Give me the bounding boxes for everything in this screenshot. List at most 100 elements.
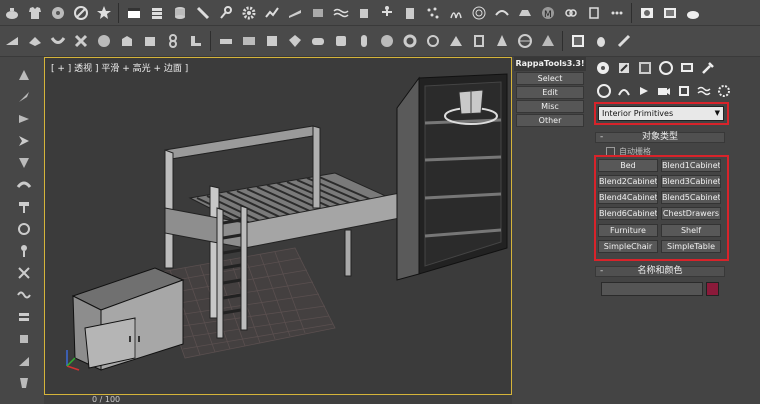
figure-icon[interactable] — [377, 3, 396, 22]
hedra-icon[interactable] — [377, 32, 396, 51]
display-tab-icon[interactable] — [678, 60, 695, 77]
teapot-render-icon[interactable] — [683, 3, 702, 22]
bracket-icon[interactable] — [584, 3, 603, 22]
slab-icon[interactable] — [216, 32, 235, 51]
smooth-icon[interactable] — [14, 175, 34, 195]
block-icon[interactable] — [262, 32, 281, 51]
rappa-edit-button[interactable]: Edit — [516, 86, 584, 99]
cameras-icon[interactable] — [656, 83, 672, 99]
link-icon[interactable] — [561, 3, 580, 22]
window-icon[interactable] — [124, 3, 143, 22]
prism-icon[interactable] — [446, 32, 465, 51]
blend6cabinet-button[interactable]: Blend6Cabinet — [598, 207, 658, 220]
furniture-button[interactable]: Furniture — [598, 224, 658, 237]
sphere-icon[interactable] — [94, 32, 113, 51]
twist-icon[interactable] — [71, 32, 90, 51]
geosphere-icon[interactable] — [515, 32, 534, 51]
target-icon[interactable] — [469, 3, 488, 22]
shapes-icon[interactable] — [616, 83, 632, 99]
mesh-icon[interactable] — [308, 3, 327, 22]
geometry-icon[interactable] — [596, 83, 612, 99]
wedge-tool-icon[interactable] — [14, 351, 34, 371]
ring-icon[interactable] — [423, 32, 442, 51]
blend4cabinet-button[interactable]: Blend4Cabinet — [598, 191, 658, 204]
chestdrawers-button[interactable]: ChestDrawers — [661, 207, 721, 220]
cylinder-icon[interactable] — [400, 3, 419, 22]
panel-icon[interactable] — [239, 32, 258, 51]
tube-icon[interactable] — [469, 32, 488, 51]
blend2cabinet-button[interactable]: Blend2Cabinet — [598, 175, 658, 188]
bed-button[interactable]: Bed — [598, 159, 658, 172]
m-logo-icon[interactable]: M — [538, 3, 557, 22]
scatter-icon[interactable] — [423, 3, 442, 22]
pen-icon[interactable] — [614, 32, 633, 51]
pyramid-icon[interactable] — [538, 32, 557, 51]
object-name-field[interactable] — [601, 282, 703, 296]
render-setup-icon[interactable] — [637, 3, 656, 22]
object-color-swatch[interactable] — [706, 282, 719, 296]
chip-icon[interactable] — [14, 329, 34, 349]
motion-tab-icon[interactable] — [657, 60, 674, 77]
dots-icon[interactable] — [607, 3, 626, 22]
sculpt-icon[interactable] — [14, 65, 34, 85]
utilities-tab-icon[interactable] — [699, 60, 716, 77]
curve-icon[interactable] — [492, 3, 511, 22]
grab-icon[interactable] — [14, 109, 34, 129]
bend-icon[interactable] — [48, 32, 67, 51]
shelf-button[interactable]: Shelf — [661, 224, 721, 237]
space-warps-icon[interactable] — [696, 83, 712, 99]
object-type-rollout-header[interactable]: - 对象类型 — [595, 132, 725, 143]
time-slider[interactable]: 0 / 100 — [44, 395, 512, 404]
stack-icon[interactable] — [14, 307, 34, 327]
torus-knot-icon[interactable] — [400, 32, 419, 51]
ring-tool-icon[interactable] — [14, 219, 34, 239]
fold-tool-icon[interactable] — [14, 153, 34, 173]
hammer-icon[interactable] — [14, 197, 34, 217]
teapot-icon[interactable] — [2, 3, 21, 22]
hierarchy-tab-icon[interactable] — [636, 60, 653, 77]
helpers-icon[interactable] — [676, 83, 692, 99]
fold-icon[interactable] — [25, 32, 44, 51]
render-frame-icon[interactable] — [660, 3, 679, 22]
no-entry-icon[interactable] — [71, 3, 90, 22]
name-color-rollout-header[interactable]: - 名称和颜色 — [595, 266, 725, 277]
chart-icon[interactable] — [262, 3, 281, 22]
reel-icon[interactable] — [48, 3, 67, 22]
arrow-icon[interactable] — [14, 131, 34, 151]
lights-icon[interactable] — [636, 83, 652, 99]
paint-icon[interactable] — [14, 373, 34, 393]
systems-icon[interactable] — [716, 83, 732, 99]
drop-icon[interactable] — [591, 32, 610, 51]
box-icon[interactable] — [354, 3, 373, 22]
chamfer-box-icon[interactable] — [331, 32, 350, 51]
pin-icon[interactable] — [14, 241, 34, 261]
shirt-icon[interactable] — [25, 3, 44, 22]
scene-explorer-icon[interactable] — [568, 32, 587, 51]
plane-icon[interactable] — [285, 3, 304, 22]
gem-icon[interactable] — [285, 32, 304, 51]
layers-icon[interactable] — [147, 3, 166, 22]
wave-icon[interactable] — [331, 3, 350, 22]
cross-tool-icon[interactable] — [14, 263, 34, 283]
blend1cabinet-button[interactable]: Blend1Cabinet — [661, 159, 721, 172]
rappa-other-button[interactable]: Other — [516, 114, 584, 127]
capsule-icon[interactable] — [354, 32, 373, 51]
category-dropdown[interactable]: Interior Primitives ▼ — [598, 106, 724, 121]
create-tab-icon[interactable] — [594, 60, 611, 77]
database-icon[interactable] — [170, 3, 189, 22]
rappa-misc-button[interactable]: Misc — [516, 100, 584, 113]
cushion-icon[interactable] — [308, 32, 327, 51]
hat-icon[interactable] — [515, 3, 534, 22]
hair-icon[interactable] — [446, 3, 465, 22]
eight-icon[interactable] — [163, 32, 182, 51]
l-shape-icon[interactable] — [186, 32, 205, 51]
wedge-icon[interactable] — [2, 32, 21, 51]
shape-icon[interactable] — [117, 32, 136, 51]
cube-icon[interactable] — [140, 32, 159, 51]
blend5cabinet-button[interactable]: Blend5Cabinet — [661, 191, 721, 204]
wrench-icon[interactable] — [216, 3, 235, 22]
cone-icon[interactable] — [492, 32, 511, 51]
gear-icon[interactable] — [239, 3, 258, 22]
blend3cabinet-button[interactable]: Blend3Cabinet — [661, 175, 721, 188]
knife-icon[interactable] — [14, 87, 34, 107]
